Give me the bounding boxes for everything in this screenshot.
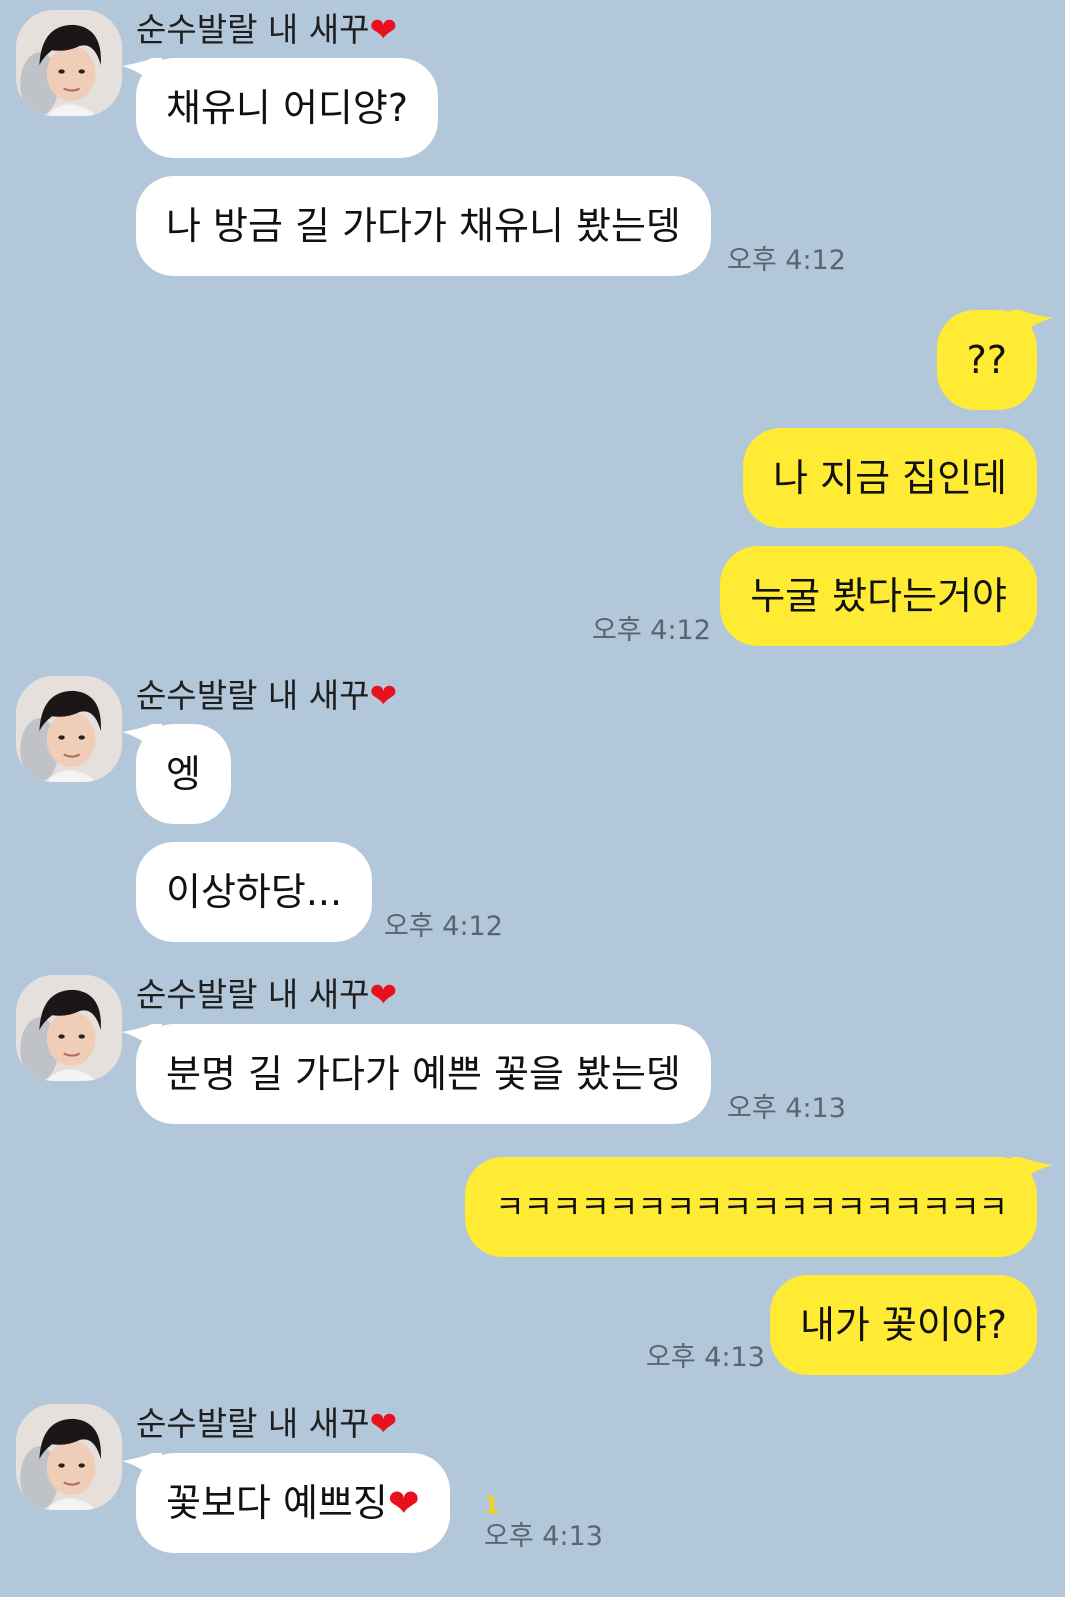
bubble-tail — [122, 724, 162, 758]
heart-icon: ❤ — [369, 975, 398, 1014]
avatar[interactable] — [16, 1404, 122, 1510]
message-text: 누굴 봤다는거야 — [750, 574, 1007, 618]
avatar[interactable] — [16, 676, 122, 782]
sender-name: 순수발랄 내 새꾸❤ — [136, 676, 397, 716]
avatar-icon — [16, 10, 122, 116]
bubble-tail — [122, 1453, 162, 1487]
avatar-icon — [16, 975, 122, 1081]
heart-icon: ❤ — [369, 1404, 398, 1443]
sender-name-text: 순수발랄 내 새꾸 — [136, 676, 370, 715]
avatar[interactable] — [16, 975, 122, 1081]
message-bubble-incoming[interactable]: 이상하당... — [136, 842, 373, 942]
chat-room[interactable]: 순수발랄 내 새꾸❤ 채유니 어디양? 나 방금 길 가다가 채유니 봤는뎅 오… — [0, 0, 1065, 1597]
message-text: ?? — [966, 338, 1007, 382]
message-time: 오후 4:13 — [727, 1093, 846, 1124]
message-text: 꽃보다 예쁘징 — [166, 1481, 388, 1525]
message-bubble-incoming[interactable]: 꽃보다 예쁘징❤ — [122, 1453, 450, 1553]
bubble-tail — [1011, 1157, 1053, 1191]
message-bubble-incoming[interactable]: 채유니 어디양? — [122, 58, 439, 158]
message-text: 나 방금 길 가다가 채유니 봤는뎅 — [166, 204, 681, 248]
message-text: ㅋㅋㅋㅋㅋㅋㅋㅋㅋㅋㅋㅋㅋㅋㅋㅋㅋㅋ — [495, 1188, 1008, 1226]
message-time: 오후 4:12 — [592, 615, 711, 646]
message-text: 내가 꽃이야? — [799, 1303, 1007, 1347]
message-text: 엥 — [166, 752, 201, 796]
bubble-tail — [1011, 310, 1053, 344]
message-time: 오후 4:13 — [484, 1521, 603, 1552]
message-bubble-outgoing[interactable]: 나 지금 집인데 — [743, 428, 1037, 528]
message-time: 오후 4:12 — [727, 245, 846, 276]
message-bubble-incoming[interactable]: 분명 길 가다가 예쁜 꽃을 봤는뎅 — [122, 1024, 711, 1124]
sender-name-text: 순수발랄 내 새꾸 — [136, 1404, 370, 1443]
message-text: 채유니 어디양? — [166, 86, 409, 130]
sender-name-text: 순수발랄 내 새꾸 — [136, 975, 370, 1014]
sender-name: 순수발랄 내 새꾸❤ — [136, 1404, 397, 1444]
message-text: 이상하당... — [166, 870, 343, 914]
bubble-tail — [122, 58, 162, 92]
unread-count: 1 — [484, 1494, 500, 1519]
message-time: 오후 4:12 — [384, 911, 503, 942]
avatar-icon — [16, 1404, 122, 1510]
sender-name-text: 순수발랄 내 새꾸 — [136, 10, 370, 49]
sender-name: 순수발랄 내 새꾸❤ — [136, 10, 397, 50]
heart-icon: ❤ — [387, 1481, 420, 1525]
message-time: 오후 4:13 — [646, 1342, 765, 1373]
message-bubble-incoming[interactable]: 나 방금 길 가다가 채유니 봤는뎅 — [136, 176, 711, 276]
message-text: 분명 길 가다가 예쁜 꽃을 봤는뎅 — [166, 1052, 681, 1096]
message-bubble-outgoing[interactable]: ?? — [936, 310, 1053, 410]
message-bubble-incoming[interactable]: 엥 — [122, 724, 231, 824]
message-bubble-outgoing[interactable]: 누굴 봤다는거야 — [720, 546, 1037, 646]
sender-name: 순수발랄 내 새꾸❤ — [136, 975, 397, 1015]
message-bubble-outgoing[interactable]: ㅋㅋㅋㅋㅋㅋㅋㅋㅋㅋㅋㅋㅋㅋㅋㅋㅋㅋ — [465, 1157, 1053, 1257]
message-text: 나 지금 집인데 — [773, 456, 1007, 500]
heart-icon: ❤ — [369, 10, 398, 49]
bubble-tail — [122, 1024, 162, 1058]
heart-icon: ❤ — [369, 676, 398, 715]
avatar[interactable] — [16, 10, 122, 116]
message-bubble-outgoing[interactable]: 내가 꽃이야? — [769, 1275, 1037, 1375]
avatar-icon — [16, 676, 122, 782]
